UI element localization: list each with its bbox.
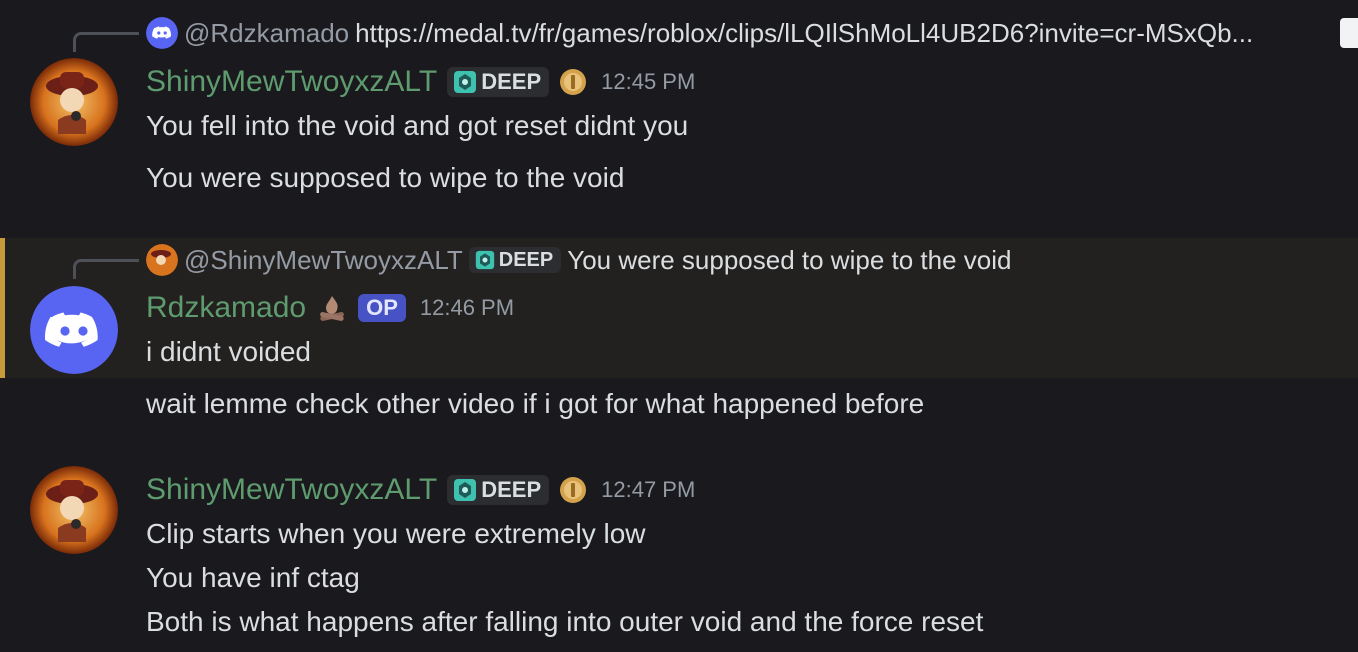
message-line: Clip starts when you were extremely low [146, 518, 646, 549]
coin-badge-icon[interactable] [559, 476, 587, 504]
message-header: ShinyMewTwoyxzALT DEEP 12:47 PM [146, 470, 695, 510]
reply-spine [73, 32, 139, 52]
guild-tag-label: DEEP [481, 69, 542, 94]
op-badge: OP [358, 294, 406, 322]
reply-preview[interactable]: @Rdzkamado https://medal.tv/fr/games/rob… [146, 17, 1253, 49]
timestamp[interactable]: 12:45 PM [601, 69, 695, 95]
username[interactable]: ShinyMewTwoyxzALT [146, 65, 437, 99]
message-line: Both is what happens after falling into … [146, 606, 984, 637]
message-header: ShinyMewTwoyxzALT DEEP 12:45 PM [146, 62, 695, 102]
guild-tag-icon [475, 250, 494, 270]
reply-text[interactable]: https://medal.tv/fr/games/roblox/clips/l… [355, 18, 1253, 49]
message-line: wait lemme check other video if i got fo… [146, 388, 925, 419]
timestamp[interactable]: 12:47 PM [601, 477, 695, 503]
guild-tag-label: DEEP [498, 248, 554, 271]
user-avatar[interactable] [30, 466, 118, 554]
message-line: You were supposed to wipe to the void [146, 162, 625, 193]
attachment-icon[interactable] [1340, 18, 1358, 48]
coin-badge-icon[interactable] [559, 68, 587, 96]
reply-mention[interactable]: @Rdzkamado [184, 18, 349, 49]
user-mini-avatar-icon [146, 244, 178, 276]
guild-tag[interactable]: DEEP [447, 475, 550, 505]
guild-tag-icon [454, 479, 477, 501]
guild-tag-label: DEEP [481, 477, 542, 502]
timestamp[interactable]: 12:46 PM [420, 295, 514, 321]
message-line: You have inf ctag [146, 562, 360, 593]
discord-default-avatar[interactable] [30, 286, 118, 374]
message-header: Rdzkamado OP 12:46 PM [146, 288, 514, 328]
reply-spine [73, 259, 139, 279]
reply-text[interactable]: You were supposed to wipe to the void [567, 245, 1011, 276]
guild-tag-icon [454, 71, 477, 93]
chat-log: @Rdzkamado https://medal.tv/fr/games/rob… [0, 0, 1358, 652]
reply-mention[interactable]: @ShinyMewTwoyxzALT [184, 245, 463, 276]
username[interactable]: Rdzkamado [146, 291, 306, 325]
guild-tag[interactable]: DEEP [447, 67, 550, 97]
reply-preview[interactable]: @ShinyMewTwoyxzALT DEEP You were suppose… [146, 244, 1011, 276]
message-line: You fell into the void and got reset did… [146, 110, 689, 141]
discord-default-avatar-icon [146, 17, 178, 49]
user-avatar[interactable] [30, 58, 118, 146]
guild-tag[interactable]: DEEP [468, 247, 562, 273]
campfire-icon[interactable] [316, 292, 348, 324]
username[interactable]: ShinyMewTwoyxzALT [146, 473, 437, 507]
message-line: i didnt voided [146, 336, 312, 367]
